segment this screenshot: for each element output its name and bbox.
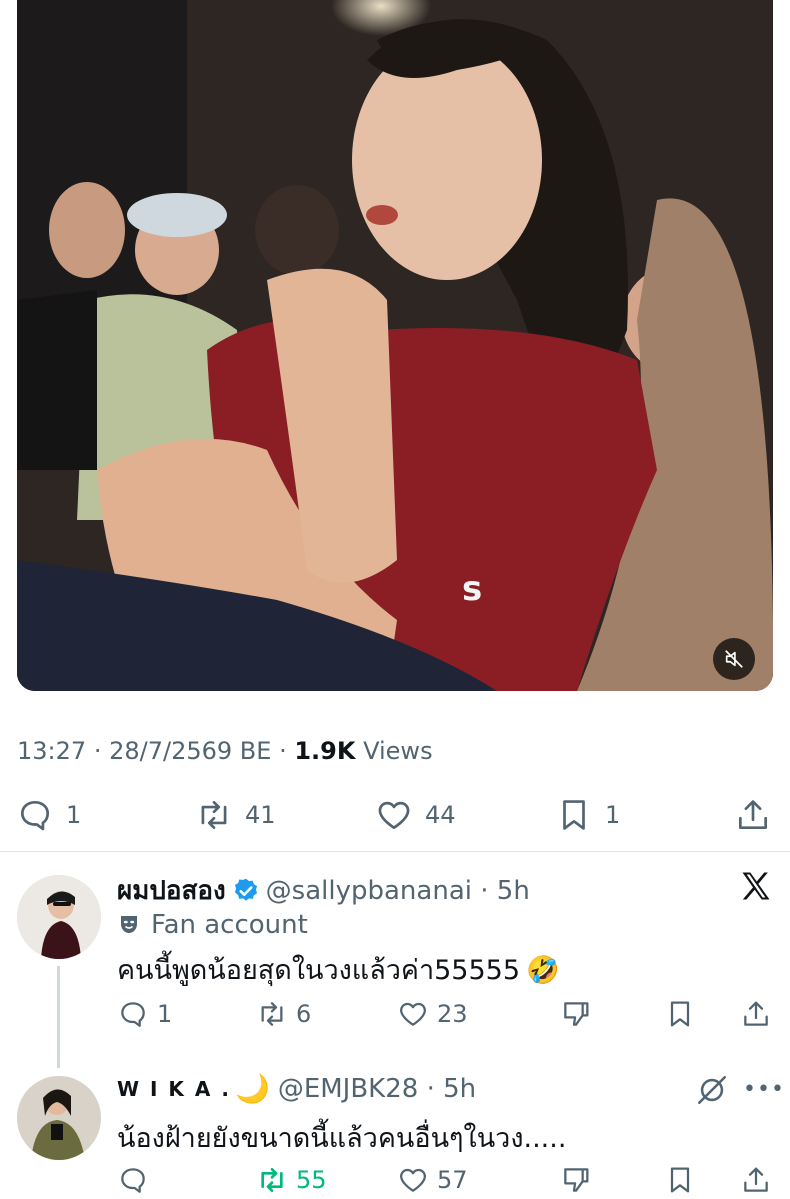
bookmark-icon: [563, 800, 585, 830]
handle[interactable]: @EMJBK28: [278, 1074, 419, 1104]
tweet-action-bar: 1 41 44 1: [0, 793, 790, 837]
repost-count: 55: [296, 1166, 327, 1194]
downvote-icon: [564, 1002, 589, 1026]
share-button[interactable]: [734, 793, 772, 837]
repost-count: 6: [296, 1000, 312, 1028]
fan-account-label: Fan account: [117, 910, 308, 940]
reply-header: ผมปอสอง @sallypbananai · 5h: [117, 870, 530, 911]
x-logo-icon[interactable]: [738, 868, 774, 904]
reply-time[interactable]: 5h: [443, 1074, 476, 1104]
tweet-time: 13:27: [17, 737, 87, 765]
rofl-emoji: 🤣: [526, 954, 560, 986]
reply-bubble-icon: [121, 1168, 145, 1193]
display-name[interactable]: ผมปอสอง: [117, 870, 226, 911]
like-count: 23: [437, 1000, 468, 1028]
like-count: 44: [425, 801, 456, 829]
reply-action-bar: 1 6 23: [0, 994, 790, 1034]
tweet-date: 28/7/2569 BE: [109, 737, 272, 765]
views-label: Views: [363, 737, 433, 765]
more-icon[interactable]: •••: [743, 1077, 784, 1103]
section-divider: [0, 851, 790, 852]
reply-text: น้องฝ้ายยังขนาดนี้แล้วคนอื่นๆในวง.....: [117, 1123, 567, 1154]
like-button[interactable]: 44: [375, 793, 456, 837]
downvote-button[interactable]: [560, 994, 592, 1034]
tweet-meta: 13:27 · 28/7/2569 BE · 1.9K Views: [17, 737, 433, 765]
video-frame-illustration: s: [17, 0, 773, 691]
reply-button[interactable]: 1: [16, 793, 81, 837]
reply-text: คนนี้พูดน้อยสุดในวงแล้วค่า55555: [117, 955, 521, 986]
reply-action-bar: 55 57: [0, 1160, 790, 1199]
display-name[interactable]: W I K A .: [117, 1077, 231, 1101]
like-button[interactable]: 23: [397, 994, 468, 1034]
avatar-image: [17, 1076, 101, 1160]
verified-badge-icon: [234, 878, 257, 901]
svg-text:s: s: [462, 569, 482, 609]
avatar-image: [17, 875, 101, 959]
mute-button[interactable]: [713, 638, 755, 680]
grok-icon[interactable]: [695, 1073, 729, 1107]
bookmark-icon: [670, 1167, 690, 1193]
avatar[interactable]: [17, 875, 101, 959]
bookmark-count: 1: [605, 801, 621, 829]
meta-separator: ·: [279, 737, 287, 765]
reply-button[interactable]: 1: [117, 994, 172, 1034]
share-icon: [738, 800, 768, 830]
tweet-video[interactable]: s: [17, 0, 773, 691]
reply-bubble-icon: [121, 1002, 145, 1027]
speaker-muted-icon: [725, 650, 743, 668]
share-icon: [744, 1167, 768, 1192]
reply-count: 1: [157, 1000, 173, 1028]
bookmark-button[interactable]: 1: [555, 793, 620, 837]
heart-icon: [378, 801, 410, 830]
moon-emoji: 🌙: [234, 1072, 270, 1105]
meta-separator: ·: [93, 737, 102, 765]
handle[interactable]: @sallypbananai: [266, 876, 472, 906]
heart-icon: [400, 1168, 426, 1192]
repost-icon: [261, 1168, 283, 1192]
like-count: 57: [437, 1166, 468, 1194]
reply-time[interactable]: 5h: [497, 876, 530, 906]
repost-button[interactable]: 55: [256, 1160, 327, 1199]
reply-button[interactable]: [117, 1160, 157, 1199]
share-icon: [744, 1001, 768, 1026]
reply-bubble-icon: [20, 800, 50, 831]
bookmark-icon: [670, 1001, 690, 1027]
share-button[interactable]: [740, 994, 772, 1034]
share-button[interactable]: [740, 1160, 772, 1199]
bookmark-button[interactable]: [664, 994, 696, 1034]
reply-body: คนนี้พูดน้อยสุดในวงแล้วค่า55555 🤣: [117, 948, 560, 991]
reply-header: W I K A . 🌙 @EMJBK28 · 5h: [117, 1072, 477, 1105]
downvote-icon: [564, 1168, 589, 1192]
repost-count: 41: [245, 801, 276, 829]
bookmark-button[interactable]: [664, 1160, 696, 1199]
heart-icon: [400, 1002, 426, 1026]
repost-icon: [261, 1002, 283, 1026]
downvote-button[interactable]: [560, 1160, 592, 1199]
reply-count: 1: [66, 801, 82, 829]
views-count: 1.9K: [294, 737, 356, 765]
reply-body: น้องฝ้ายยังขนาดนี้แล้วคนอื่นๆในวง.....: [117, 1116, 566, 1159]
theater-masks-icon: [121, 916, 137, 933]
repost-button[interactable]: 41: [195, 793, 276, 837]
avatar[interactable]: [17, 1076, 101, 1160]
like-button[interactable]: 57: [397, 1160, 468, 1199]
repost-icon: [201, 800, 227, 830]
fan-account-text: Fan account: [151, 910, 308, 940]
repost-button[interactable]: 6: [256, 994, 311, 1034]
